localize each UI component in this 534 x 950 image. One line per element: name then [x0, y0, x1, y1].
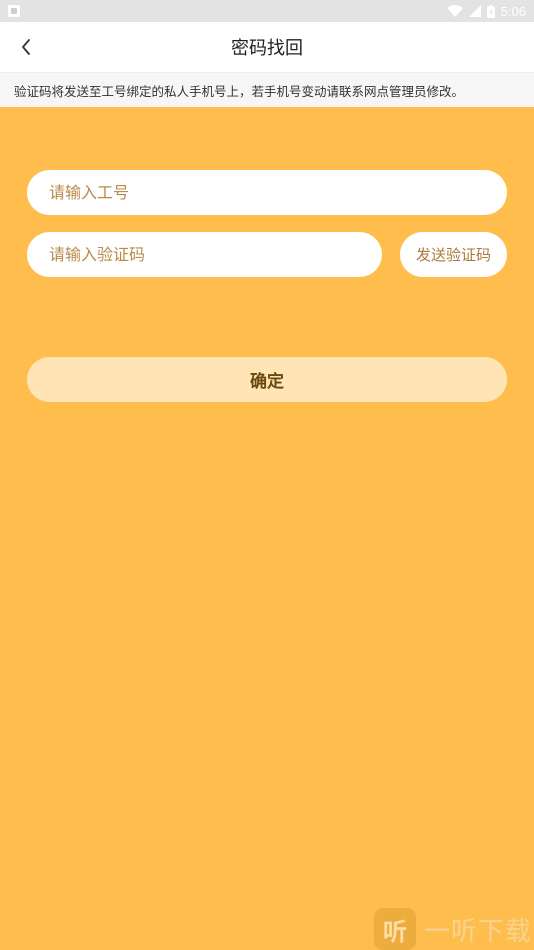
verification-code-field[interactable] [27, 232, 382, 277]
verification-code-input[interactable] [49, 232, 382, 277]
send-code-button[interactable]: 发送验证码 [400, 232, 507, 277]
notice-banner: 验证码将发送至工号绑定的私人手机号上，若手机号变动请联系网点管理员修改。 [0, 72, 534, 107]
signal-icon [468, 5, 481, 17]
top-bar: 密码找回 [0, 22, 534, 72]
employee-id-field[interactable] [27, 170, 507, 215]
watermark-logo-icon: 听 [374, 908, 416, 950]
wifi-icon [446, 5, 463, 17]
battery-icon [486, 4, 495, 18]
status-time: 5:06 [500, 3, 526, 19]
status-bar-left [8, 5, 20, 17]
confirm-button[interactable]: 确定 [27, 357, 507, 402]
page-title: 密码找回 [231, 38, 303, 59]
back-button[interactable] [6, 22, 46, 72]
app-notification-icon [8, 5, 20, 17]
watermark: 听 一听下载 [374, 908, 534, 950]
employee-id-input[interactable] [49, 170, 507, 215]
status-bar-right: 5:06 [446, 3, 526, 19]
watermark-text: 一听下载 [424, 916, 533, 947]
chevron-left-icon [22, 39, 30, 55]
notice-text: 验证码将发送至工号绑定的私人手机号上，若手机号变动请联系网点管理员修改。 [14, 83, 465, 99]
status-bar: 5:06 [0, 0, 534, 22]
